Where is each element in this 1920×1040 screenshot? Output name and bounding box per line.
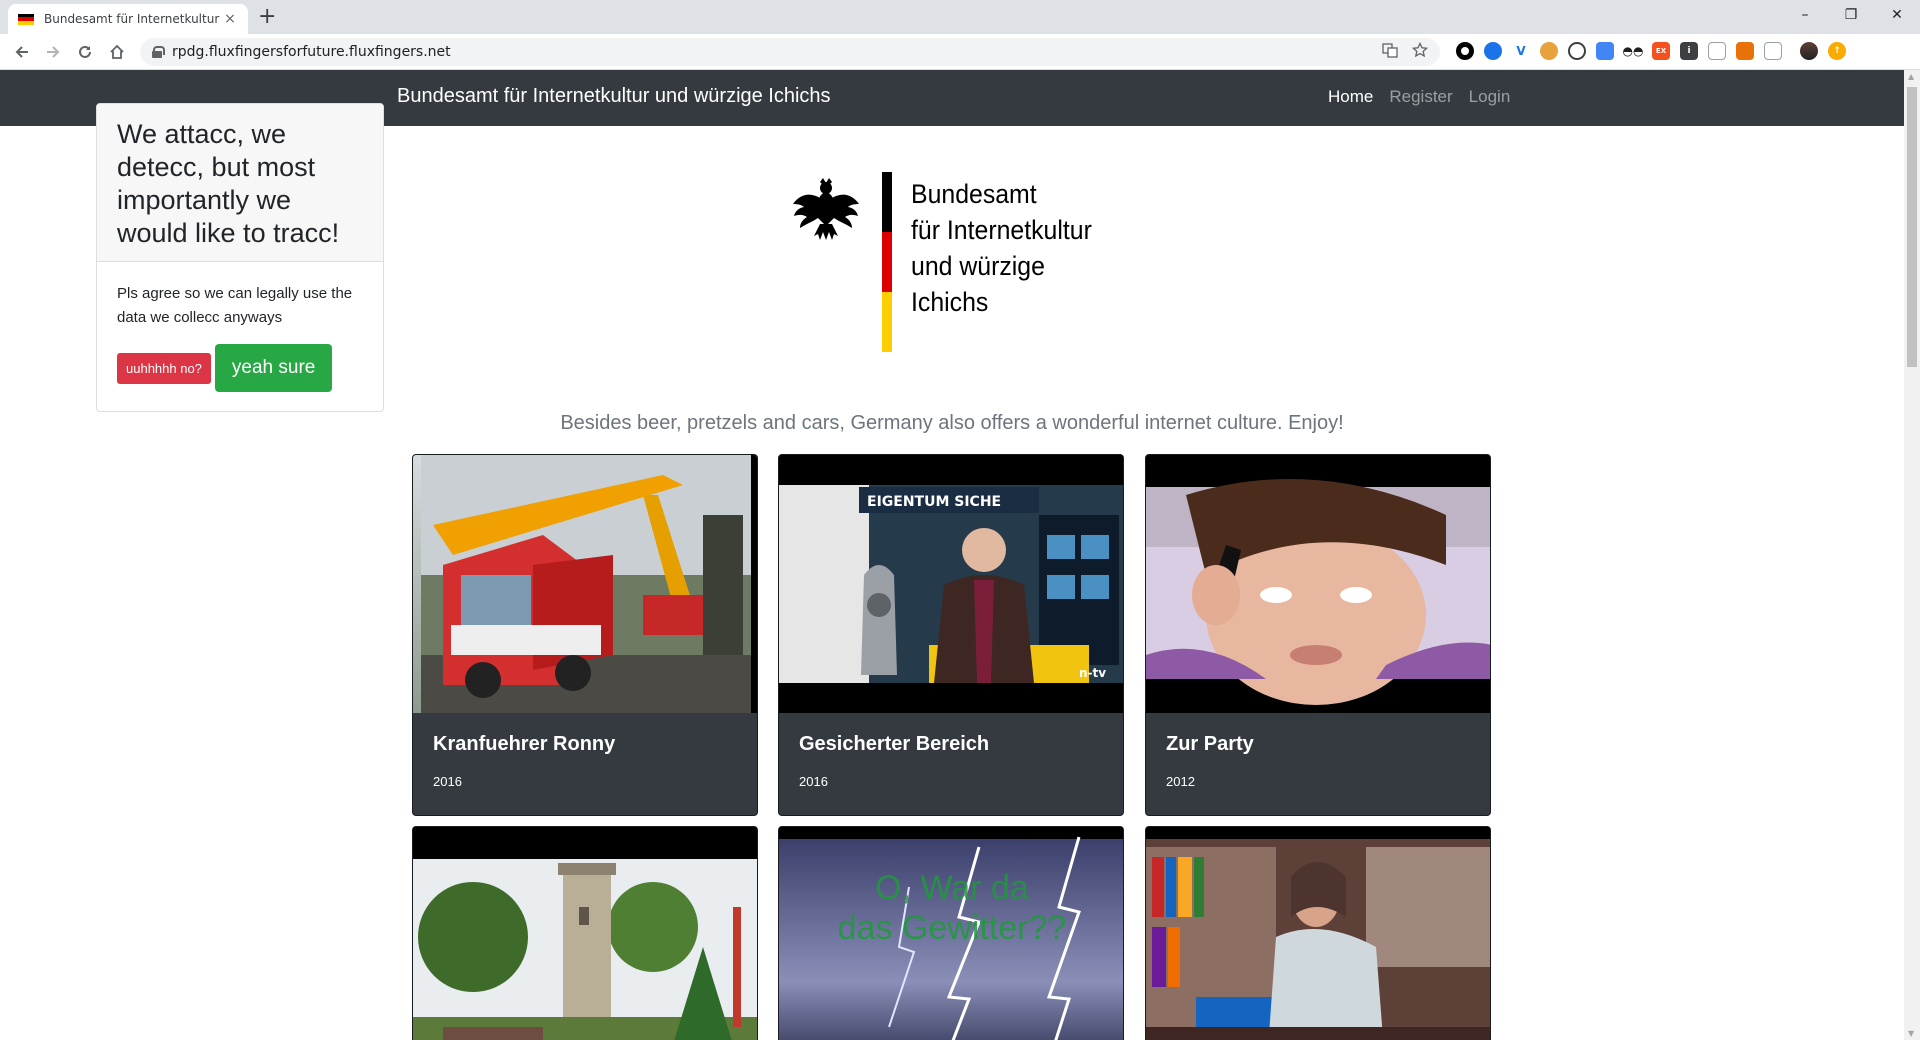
video-title[interactable]: Kranfuehrer Ronny: [433, 733, 737, 756]
video-thumbnail[interactable]: [1146, 827, 1490, 1040]
extension-glasses-icon[interactable]: ◓◓: [1623, 42, 1643, 60]
browser-toolbar: rpdg.fluxfingersforfuture.fluxfingers.ne…: [0, 34, 1920, 70]
restore-button[interactable]: ❐: [1828, 0, 1874, 30]
video-card[interactable]: O, War da das Gewitter??: [778, 826, 1124, 1040]
cookie-consent-card: We attacc, we detecc, but most important…: [96, 103, 384, 412]
video-title[interactable]: Gesicherter Bereich: [799, 733, 1103, 756]
bookmark-star-icon[interactable]: [1411, 41, 1429, 62]
video-card[interactable]: Zur Party 2012: [1145, 454, 1491, 816]
extension-blue-circle-icon[interactable]: [1484, 42, 1502, 60]
video-thumbnail[interactable]: O, War da das Gewitter??: [779, 827, 1123, 1040]
update-icon[interactable]: ↑: [1828, 42, 1846, 60]
translate-icon[interactable]: [1382, 42, 1398, 62]
page-scrollbar[interactable]: ▲ ▼: [1904, 70, 1920, 1040]
minimize-button[interactable]: –: [1782, 0, 1828, 30]
thunderstorm-thumbnail-image: O, War da das Gewitter??: [779, 827, 1123, 1040]
extension-circle-icon[interactable]: [1456, 42, 1474, 60]
video-year: 2016: [433, 774, 462, 789]
nav-login-link[interactable]: Login: [1469, 87, 1511, 107]
logo-line-1: Bundesamt: [911, 179, 1037, 209]
address-bar[interactable]: rpdg.fluxfingersforfuture.fluxfingers.ne…: [140, 38, 1440, 66]
lock-icon[interactable]: [152, 46, 165, 58]
tab-close-icon[interactable]: ×: [222, 11, 238, 27]
extension-screen-icon[interactable]: [1764, 42, 1782, 60]
video-card[interactable]: [412, 826, 758, 1040]
video-card[interactable]: [1145, 826, 1491, 1040]
forward-icon[interactable]: [41, 40, 65, 64]
extension-v-icon[interactable]: V: [1512, 42, 1530, 60]
german-flag-bar: [882, 172, 892, 352]
close-window-button[interactable]: ✕: [1874, 0, 1920, 30]
nav-links: Home Register Login: [1328, 87, 1510, 107]
extension-cookie-icon[interactable]: [1540, 42, 1558, 60]
window-controls: – ❐ ✕: [1782, 0, 1920, 30]
crane-truck-thumbnail-image: [413, 455, 757, 713]
logo-line-2: für Internetkultur: [911, 215, 1092, 245]
trade-fair-banner-text: EIGENTUM SICHE: [867, 494, 1001, 510]
page-viewport: Bundesamt für Internetkultur und würzige…: [0, 70, 1904, 1040]
german-flag-favicon-icon: [18, 13, 34, 25]
back-icon[interactable]: [10, 40, 34, 64]
video-title[interactable]: Zur Party: [1166, 733, 1470, 756]
scrollbar-thumb[interactable]: [1907, 87, 1917, 367]
phone-call-thumbnail-image: [1146, 455, 1490, 713]
tab-strip: Bundesamt für Internetkultur und würzige…: [0, 0, 1920, 34]
nav-register-link[interactable]: Register: [1389, 87, 1452, 107]
video-card[interactable]: Kranfuehrer Ronny 2016: [412, 454, 758, 816]
video-year: 2016: [799, 774, 828, 789]
extension-gear-icon[interactable]: [1568, 42, 1586, 60]
new-tab-button[interactable]: +: [258, 5, 276, 29]
nav-home-link[interactable]: Home: [1328, 87, 1373, 107]
video-thumbnail[interactable]: [1146, 455, 1490, 713]
accept-cookies-button[interactable]: yeah sure: [214, 344, 333, 392]
scroll-down-arrow-icon[interactable]: ▼: [1908, 1029, 1914, 1038]
tagline: Besides beer, pretzels and cars, Germany…: [560, 412, 1344, 434]
tab-title: Bundesamt für Internetkultur und würzige…: [44, 12, 222, 26]
url-text[interactable]: rpdg.fluxfingersforfuture.fluxfingers.ne…: [172, 44, 451, 60]
extension-ex-icon[interactable]: EX: [1652, 42, 1670, 60]
logo-text: Bundesamt für Internetkultur und würzige…: [911, 176, 1092, 320]
ntv-channel-logo: n-tv: [1079, 666, 1106, 680]
extension-translate-icon[interactable]: [1596, 42, 1614, 60]
extension-card-icon[interactable]: [1708, 42, 1726, 60]
scroll-up-arrow-icon[interactable]: ▲: [1908, 72, 1914, 81]
video-year: 2012: [1166, 774, 1195, 789]
extension-pdf-icon[interactable]: [1736, 42, 1754, 60]
video-thumbnail[interactable]: [413, 455, 757, 713]
logo-line-3: und würzige: [911, 251, 1045, 281]
cookie-heading: We attacc, we detecc, but most important…: [97, 104, 383, 262]
trade-fair-interview-thumbnail-image: EIGENTUM SICHE n-tv: [779, 455, 1123, 713]
game-shelf-thumbnail-image: [1146, 827, 1490, 1040]
profile-avatar-icon[interactable]: [1800, 42, 1818, 60]
decline-cookies-button[interactable]: uuhhhhh no?: [117, 352, 211, 384]
home-icon[interactable]: [105, 40, 129, 64]
video-thumbnail[interactable]: EIGENTUM SICHE n-tv: [779, 455, 1123, 713]
federal-eagle-icon: [793, 178, 859, 240]
video-thumbnail[interactable]: [413, 827, 757, 1040]
logo-line-4: Ichichs: [911, 287, 989, 317]
bundesamt-logo: Bundesamt für Internetkultur und würzige…: [790, 172, 1110, 362]
video-card[interactable]: EIGENTUM SICHE n-tv Gesicherter Bereich …: [778, 454, 1124, 816]
tower-park-thumbnail-image: [413, 827, 757, 1040]
browser-tab[interactable]: Bundesamt für Internetkultur und würzige…: [8, 4, 248, 34]
extension-info-icon[interactable]: i: [1680, 42, 1698, 60]
cookie-text: Pls agree so we can legally use the data…: [117, 285, 353, 326]
reload-icon[interactable]: [73, 40, 97, 64]
site-brand[interactable]: Bundesamt für Internetkultur und würzige…: [397, 85, 831, 108]
extensions-area: V ◓◓ EX i ↑: [1456, 42, 1846, 60]
